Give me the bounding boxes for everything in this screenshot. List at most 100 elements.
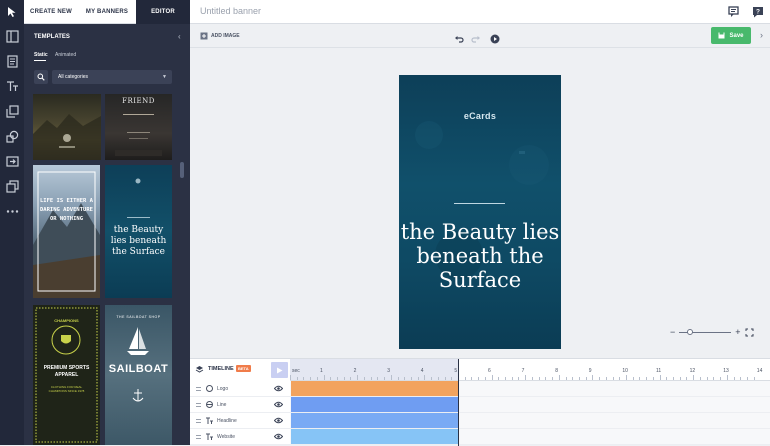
add-image-button[interactable]: ADD IMAGE	[200, 32, 240, 40]
banner-title[interactable]: Untitled banner	[200, 0, 261, 24]
collapse-panel-icon[interactable]: ‹	[178, 32, 181, 41]
zoom-in-icon[interactable]: +	[735, 328, 740, 337]
ruler-tick-label: 7	[521, 368, 525, 374]
timeline-header: TIMELINE BETA	[190, 359, 290, 381]
ruler-tick-label: 4	[420, 368, 424, 374]
ruler-tick-mark	[585, 377, 587, 380]
visibility-eye-icon[interactable]	[274, 401, 283, 408]
more-icon[interactable]	[4, 203, 20, 219]
ruler-tick-mark	[337, 377, 339, 380]
search-button[interactable]	[34, 70, 48, 84]
timeline-layer-row[interactable]: Website	[190, 429, 290, 445]
redo-icon[interactable]	[471, 31, 481, 49]
panel-title: TEMPLATES	[34, 34, 70, 40]
timeline-layer-row[interactable]: Line	[190, 397, 290, 413]
template-thumbnail[interactable]: FRIEND	[105, 94, 172, 160]
ruler-tick-mark	[444, 377, 446, 380]
timeline-play-button[interactable]	[271, 362, 288, 378]
timeline-layer-row[interactable]: Headline	[190, 413, 290, 429]
template-thumbnail[interactable]: THE SAILBOAT SHOP SAILBOAT	[105, 305, 172, 445]
ruler-tick-mark	[303, 377, 305, 380]
template-thumbnail[interactable]: the Beauty lies beneath the Surface	[105, 165, 172, 298]
add-image-icon	[200, 32, 208, 40]
ruler-tick-mark	[417, 377, 419, 380]
ruler-tick-mark	[363, 377, 365, 380]
timeline-layer-row[interactable]: Logo	[190, 381, 290, 397]
zoom-slider[interactable]	[679, 329, 732, 335]
visibility-eye-icon[interactable]	[274, 385, 283, 392]
ruler-tick-label: 3	[387, 368, 390, 374]
timeline-layer-bar[interactable]	[291, 429, 458, 444]
tab-static[interactable]: Static	[34, 52, 48, 58]
tab-animated[interactable]: Animated	[55, 52, 76, 58]
zoom-control: − +	[670, 328, 754, 337]
ruler-tick-label: 2	[353, 368, 357, 374]
ruler-tick-mark	[505, 377, 507, 380]
save-button[interactable]: Save	[711, 27, 751, 44]
template-thumbnail[interactable]	[33, 94, 101, 160]
play-icon	[277, 367, 283, 373]
drag-handle-icon[interactable]	[196, 435, 201, 439]
ruler-tick-mark	[706, 377, 708, 380]
chevron-right-icon[interactable]: ›	[760, 30, 763, 40]
timeline-layer-bar[interactable]	[291, 397, 458, 412]
fit-screen-icon[interactable]	[745, 328, 754, 337]
ruler-tick-mark	[350, 377, 352, 380]
images-icon[interactable]	[4, 103, 20, 119]
ruler-tick-label: 1	[320, 368, 323, 374]
text-icon[interactable]	[4, 78, 20, 94]
visibility-eye-icon[interactable]	[274, 433, 283, 440]
ruler-tick-mark	[431, 377, 433, 380]
ruler-tick-mark	[397, 377, 399, 380]
category-select[interactable]: All categories ▼	[52, 70, 172, 84]
visibility-eye-icon[interactable]	[274, 417, 283, 424]
template-icon[interactable]	[4, 53, 20, 69]
ruler-tick-mark	[525, 375, 527, 380]
layer-name: Line	[217, 402, 227, 408]
ruler-tick-mark	[753, 377, 755, 380]
template-thumbnail[interactable]: CHAMPIONS PREMIUM SPORTS APPAREL CLOTHIN…	[33, 305, 100, 445]
duplicate-icon[interactable]	[4, 178, 20, 194]
tab-my-banners[interactable]: MY BANNERS	[80, 0, 134, 24]
banner-line[interactable]	[454, 203, 505, 204]
ruler-tick-mark	[531, 377, 533, 380]
chat-icon[interactable]	[727, 5, 741, 19]
timeline-layer-bar[interactable]	[291, 381, 458, 396]
ruler-tick-mark	[357, 375, 359, 380]
ruler-tick-mark	[639, 377, 641, 380]
import-icon[interactable]	[4, 153, 20, 169]
banner-preview[interactable]: eCards the Beauty lies beneath the Surfa…	[399, 75, 561, 349]
ruler-tick-label: 11	[656, 368, 662, 374]
zoom-slider-handle[interactable]	[687, 329, 694, 335]
template-subtext: PREMIUM SPORTS APPAREL	[43, 365, 90, 378]
ruler-tick-mark	[545, 377, 547, 380]
help-icon[interactable]: ?	[751, 5, 765, 19]
layer-type-icon	[205, 432, 214, 441]
panel-scrollbar[interactable]	[180, 162, 184, 178]
preview-play-icon[interactable]	[490, 31, 500, 49]
timeline-layer-bar[interactable]	[291, 413, 458, 428]
canvas-toolbar: ADD IMAGE Save ›	[190, 24, 770, 48]
ruler-tick-mark	[599, 377, 601, 380]
zoom-out-icon[interactable]: −	[670, 328, 675, 337]
template-text: CHAMPIONS	[54, 318, 79, 323]
drag-handle-icon[interactable]	[196, 403, 201, 407]
app-logo-icon[interactable]	[0, 0, 24, 24]
timeline-ruler[interactable]: sec 1 2 3 4 5 6 7 8 9 10 11 12 13 14	[290, 359, 770, 381]
drag-handle-icon[interactable]	[196, 387, 201, 391]
tab-editor[interactable]: EDITOR	[136, 0, 190, 24]
banner-headline[interactable]: the Beauty lies beneath the Surface	[399, 220, 561, 292]
template-thumbnail[interactable]: LIFE IS EITHER A DARING ADVENTURE OR NOT…	[33, 165, 100, 298]
undo-icon[interactable]	[454, 31, 464, 49]
shapes-icon[interactable]	[4, 128, 20, 144]
ruler-tick-mark	[484, 377, 486, 380]
banner-logo[interactable]: eCards	[399, 111, 561, 121]
drag-handle-icon[interactable]	[196, 419, 201, 423]
tab-create-new[interactable]: CREATE NEW	[24, 0, 78, 24]
ruler-tick-label: 8	[555, 368, 558, 374]
layout-icon[interactable]	[4, 28, 20, 44]
ruler-tick-label: 5	[454, 368, 458, 374]
ruler-tick-mark	[746, 377, 748, 380]
ruler-tick-mark	[310, 377, 312, 380]
playhead[interactable]	[458, 359, 459, 446]
